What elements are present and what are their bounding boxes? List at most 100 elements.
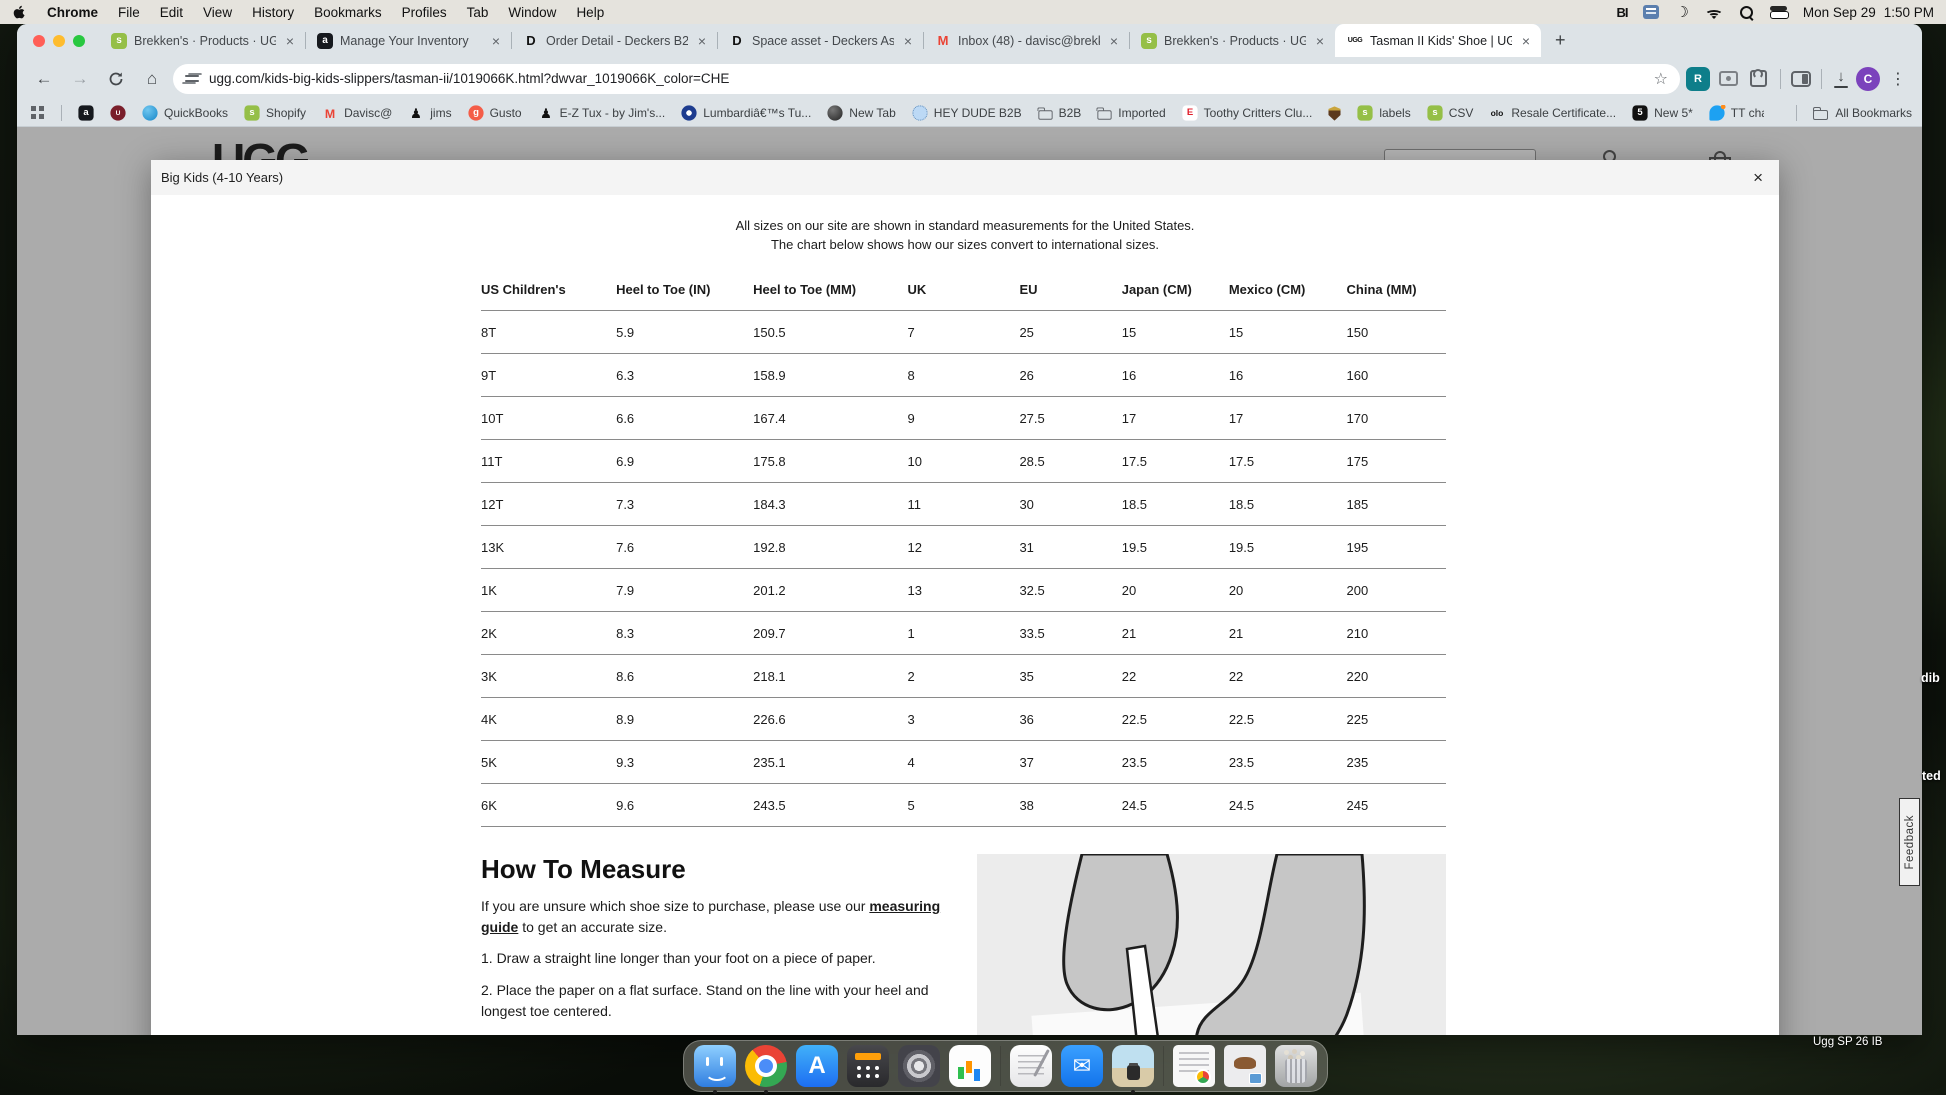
- menu-item-window[interactable]: Window: [498, 5, 566, 20]
- bookmark-item[interactable]: Imported: [1097, 106, 1165, 120]
- bookmark-item[interactable]: E-Z Tux - by Jim's...: [538, 105, 666, 121]
- table-cell: 150: [1347, 311, 1446, 354]
- bookmark-item[interactable]: TT chat: [1709, 105, 1765, 121]
- reload-button[interactable]: [101, 64, 131, 94]
- menu-item-chrome[interactable]: Chrome: [37, 5, 108, 20]
- new-tab-button[interactable]: +: [1541, 28, 1580, 53]
- bookmark-item[interactable]: Resale Certificate...: [1489, 105, 1616, 121]
- minimized-sheet-icon[interactable]: [1173, 1045, 1215, 1087]
- appstore-icon[interactable]: [796, 1045, 838, 1087]
- tab[interactable]: Order Detail - Deckers B2B O×: [511, 24, 717, 57]
- feedback-tab-button[interactable]: Feedback: [1899, 798, 1920, 886]
- tab[interactable]: Brekken's · Products · UGG®×: [1129, 24, 1335, 57]
- tab-close-icon[interactable]: ×: [489, 33, 503, 49]
- control-center-icon[interactable]: [1770, 6, 1787, 19]
- table-cell: 13: [908, 569, 1020, 612]
- bookmark-item[interactable]: B2B: [1038, 106, 1082, 120]
- tab-close-icon[interactable]: ×: [901, 33, 915, 49]
- bookmark-item[interactable]: [110, 105, 126, 121]
- tab-label: Tasman II Kids' Shoe | UGG: [1370, 34, 1512, 48]
- menu-item-bookmarks[interactable]: Bookmarks: [304, 5, 392, 20]
- settings-icon[interactable]: [898, 1045, 940, 1087]
- minimize-window-button[interactable]: [53, 35, 65, 47]
- chrome-menu-icon[interactable]: ⋮: [1886, 69, 1910, 89]
- extensions-puzzle-icon[interactable]: [1746, 67, 1770, 91]
- downloads-icon[interactable]: ↓: [1832, 70, 1850, 88]
- table-cell: 12: [908, 526, 1020, 569]
- bookmark-item[interactable]: Lumbardiâ€™s Tu...: [681, 105, 811, 121]
- focus-moon-icon[interactable]: ☽: [1675, 3, 1688, 21]
- tab[interactable]: Space asset - Deckers Asset×: [717, 24, 923, 57]
- calendar-app-icon[interactable]: [1643, 3, 1659, 21]
- extension-r-icon[interactable]: R: [1686, 67, 1710, 91]
- menu-item-view[interactable]: View: [193, 5, 242, 20]
- textedit-icon[interactable]: [1010, 1045, 1052, 1087]
- bartender-icon[interactable]: BI: [1616, 3, 1627, 21]
- minimized-photo-icon[interactable]: [1224, 1045, 1266, 1087]
- tab[interactable]: Inbox (48) - davisc@brekken×: [923, 24, 1129, 57]
- bookmark-item[interactable]: [78, 105, 94, 121]
- menu-item-help[interactable]: Help: [566, 5, 614, 20]
- table-cell: 22.5: [1122, 698, 1229, 741]
- bookmark-star-icon[interactable]: ☆: [1654, 69, 1668, 89]
- bookmark-item[interactable]: labels: [1357, 105, 1410, 121]
- menu-clock[interactable]: Mon Sep 29 1:50 PM: [1803, 5, 1934, 20]
- tab-close-icon[interactable]: ×: [283, 33, 297, 49]
- tab-close-icon[interactable]: ×: [1519, 33, 1533, 49]
- spotlight-search-icon[interactable]: [1739, 5, 1754, 20]
- bookmark-item[interactable]: CSV: [1427, 105, 1474, 121]
- bookmark-item[interactable]: jims: [408, 105, 451, 121]
- menu-item-file[interactable]: File: [108, 5, 150, 20]
- bookmark-item[interactable]: New 5*: [1632, 105, 1693, 121]
- site-settings-tune-icon[interactable]: [185, 73, 199, 85]
- tab-close-icon[interactable]: ×: [1107, 33, 1121, 49]
- url-text[interactable]: ugg.com/kids-big-kids-slippers/tasman-ii…: [209, 71, 1644, 86]
- table-cell: 24.5: [1122, 784, 1229, 827]
- bookmark-item[interactable]: HEY DUDE B2B: [912, 105, 1022, 121]
- bookmark-item[interactable]: Gusto: [468, 105, 522, 121]
- omnibox[interactable]: ugg.com/kids-big-kids-slippers/tasman-ii…: [173, 64, 1680, 94]
- tab-active[interactable]: Tasman II Kids' Shoe | UGG ×: [1335, 24, 1541, 57]
- home-button[interactable]: ⌂: [137, 64, 167, 94]
- back-button[interactable]: ←: [29, 64, 59, 94]
- table-cell: 11T: [481, 440, 616, 483]
- bookmark-item[interactable]: QuickBooks: [142, 105, 228, 121]
- bookmark-item[interactable]: Shopify: [244, 105, 306, 121]
- zoom-window-button[interactable]: [73, 35, 85, 47]
- calculator-icon[interactable]: [847, 1045, 889, 1087]
- tab[interactable]: Brekken's · Products · UGG®×: [99, 24, 305, 57]
- tab[interactable]: Manage Your Inventory×: [305, 24, 511, 57]
- preview-icon[interactable]: [1112, 1045, 1154, 1087]
- finder-icon[interactable]: [694, 1045, 736, 1087]
- bookmark-item[interactable]: Toothy Critters Clu...: [1182, 105, 1313, 121]
- bookmark-item[interactable]: [1328, 106, 1341, 121]
- chrome-icon[interactable]: [745, 1045, 787, 1087]
- menu-item-profiles[interactable]: Profiles: [392, 5, 457, 20]
- menu-item-edit[interactable]: Edit: [150, 5, 193, 20]
- table-cell: 17: [1122, 397, 1229, 440]
- apple-menu-icon[interactable]: [12, 5, 25, 20]
- modal-close-icon[interactable]: ×: [1753, 168, 1763, 188]
- menu-item-tab[interactable]: Tab: [457, 5, 499, 20]
- extension-camera-icon[interactable]: [1716, 67, 1740, 91]
- mail-icon[interactable]: [1061, 1045, 1103, 1087]
- apps-grid-icon[interactable]: [31, 106, 45, 120]
- column-header: EU: [1019, 282, 1121, 311]
- close-window-button[interactable]: [33, 35, 45, 47]
- numbers-icon[interactable]: [949, 1045, 991, 1087]
- table-cell: 8.3: [616, 612, 753, 655]
- table-cell: 175: [1347, 440, 1446, 483]
- tab-close-icon[interactable]: ×: [1313, 33, 1327, 49]
- bookmark-item[interactable]: New Tab: [827, 105, 895, 121]
- profile-avatar[interactable]: C: [1856, 67, 1880, 91]
- all-bookmarks-button[interactable]: All Bookmarks: [1813, 106, 1912, 120]
- wifi-icon[interactable]: [1705, 6, 1723, 19]
- measure-step: 1. Draw a straight line longer than your…: [481, 948, 951, 969]
- trash-icon[interactable]: [1275, 1045, 1317, 1087]
- menu-item-history[interactable]: History: [242, 5, 304, 20]
- sidebar-icon[interactable]: [1791, 71, 1811, 87]
- bookmark-item[interactable]: Davisc@: [322, 105, 392, 121]
- forward-button[interactable]: →: [65, 64, 95, 94]
- tab-close-icon[interactable]: ×: [695, 33, 709, 49]
- deckers-icon: [523, 33, 539, 49]
